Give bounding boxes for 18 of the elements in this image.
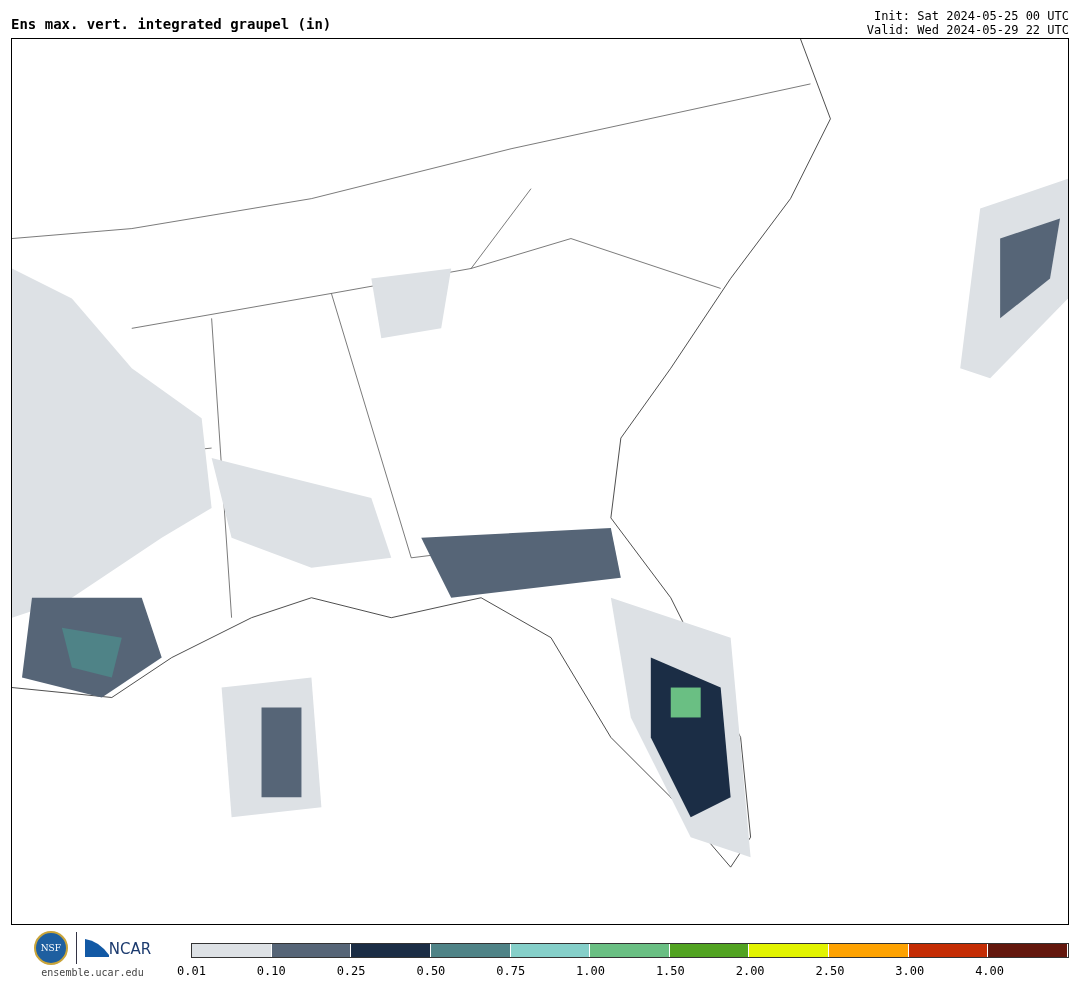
ncar-logo: NCAR — [108, 941, 152, 957]
plot-title: Ens max. vert. integrated graupel (in) — [11, 16, 332, 34]
tick-label: 1.00 — [576, 964, 606, 978]
tick-label: 3.00 — [895, 964, 926, 978]
tick-label: 4.00 — [975, 964, 1006, 978]
tick-label: 1.50 — [655, 964, 686, 978]
tick-label: 0.50 — [416, 964, 447, 978]
tick-label: 0.01 — [177, 964, 207, 978]
tick-label: 0.25 — [336, 964, 367, 978]
swoosh-icon — [84, 939, 109, 957]
site-url: ensemble.ucar.edu — [41, 967, 144, 978]
nsf-logo: NSF — [33, 931, 68, 965]
valid-time: Valid: Wed 2024-05-29 22 UTC — [866, 23, 1069, 37]
tick-label: 0.10 — [256, 964, 287, 978]
init-time: Init: Sat 2024-05-25 00 UTC — [873, 9, 1069, 23]
tick-label: 0.75 — [496, 964, 527, 978]
tick-label: 2.00 — [735, 964, 766, 978]
tick-label: 2.50 — [815, 964, 846, 978]
